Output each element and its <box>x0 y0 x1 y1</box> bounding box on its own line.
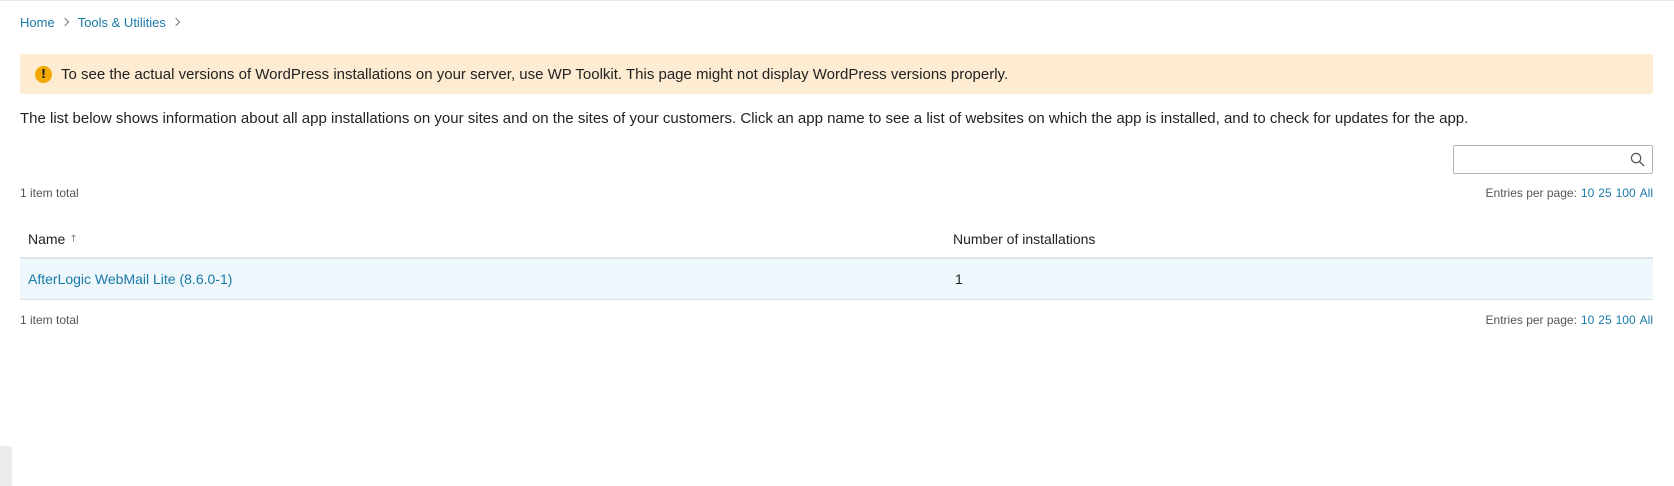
search-box <box>1453 145 1653 174</box>
entries-per-page-bottom: Entries per page: 10 25 100 All <box>1486 313 1653 327</box>
chevron-right-icon <box>171 17 181 27</box>
sort-ascending-icon: ↑ <box>69 233 78 245</box>
warning-icon: ! <box>35 65 52 83</box>
table-row: AfterLogic WebMail Lite (8.6.0-1) 1 <box>20 259 1653 300</box>
app-name-cell: AfterLogic WebMail Lite (8.6.0-1) <box>20 271 953 287</box>
search-input[interactable] <box>1460 146 1625 172</box>
entries-per-page-top: Entries per page: 10 25 100 All <box>1486 186 1653 200</box>
table-header: Name ↑ Number of installations <box>20 221 1653 259</box>
entries-option-10[interactable]: 10 <box>1581 313 1594 327</box>
side-panel-handle[interactable] <box>0 446 12 486</box>
breadcrumb-tools-utilities[interactable]: Tools & Utilities <box>78 15 166 30</box>
entries-option-all[interactable]: All <box>1640 186 1653 200</box>
column-header-installations[interactable]: Number of installations <box>953 231 1095 247</box>
column-header-name[interactable]: Name ↑ <box>20 231 953 247</box>
breadcrumb: Home Tools & Utilities <box>20 13 189 31</box>
entries-label: Entries per page: <box>1485 186 1577 200</box>
entries-option-100[interactable]: 100 <box>1616 313 1636 327</box>
entries-option-10[interactable]: 10 <box>1581 186 1594 200</box>
entries-option-all[interactable]: All <box>1640 313 1653 327</box>
warning-alert: ! To see the actual versions of WordPres… <box>20 54 1653 94</box>
top-divider <box>0 0 1674 1</box>
search-icon[interactable] <box>1630 152 1645 167</box>
entries-option-100[interactable]: 100 <box>1616 186 1636 200</box>
alert-text: To see the actual versions of WordPress … <box>61 65 1009 83</box>
entries-label: Entries per page: <box>1485 313 1577 327</box>
installations-count: 1 <box>955 271 963 287</box>
entries-option-25[interactable]: 25 <box>1598 186 1611 200</box>
items-total-top: 1 item total <box>20 186 79 200</box>
entries-option-25[interactable]: 25 <box>1598 313 1611 327</box>
page-description: The list below shows information about a… <box>20 110 1469 127</box>
breadcrumb-home[interactable]: Home <box>20 15 55 30</box>
apps-table: Name ↑ Number of installations AfterLogi… <box>20 221 1653 300</box>
column-name-label: Name <box>28 231 66 247</box>
chevron-right-icon <box>60 17 69 27</box>
items-total-bottom: 1 item total <box>20 313 79 327</box>
app-name-link[interactable]: AfterLogic WebMail Lite (8.6.0-1) <box>28 271 232 287</box>
